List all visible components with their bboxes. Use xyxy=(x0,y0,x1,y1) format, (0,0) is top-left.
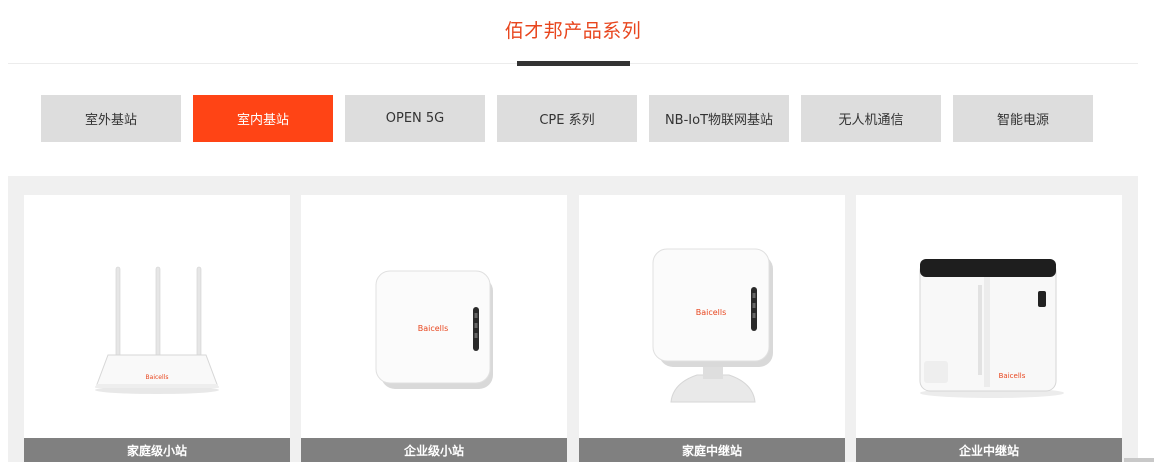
section-title: 佰才邦产品系列 xyxy=(504,20,642,42)
tab-power[interactable]: 智能电源 xyxy=(953,95,1093,142)
tab-cpe[interactable]: CPE 系列 xyxy=(497,95,637,142)
stand-relay-icon: Baicells xyxy=(652,248,773,403)
brand-label: Baicells xyxy=(146,374,169,381)
square-small-cell-icon: Baicells xyxy=(375,270,493,389)
title-underline xyxy=(517,61,630,66)
router-icon: Baicells xyxy=(95,266,219,394)
tab-indoor[interactable]: 室内基站 xyxy=(193,95,333,142)
product-card[interactable]: Baicells 企业级小站 xyxy=(301,195,567,462)
product-caption: 家庭级小站 xyxy=(24,438,290,462)
product-caption: 企业级小站 xyxy=(301,438,567,462)
brand-label: Baicells xyxy=(418,324,449,333)
product-caption: 企业中继站 xyxy=(856,438,1122,462)
product-card[interactable]: Baicells 企业中继站 xyxy=(856,195,1122,462)
product-caption: 家庭中继站 xyxy=(579,438,845,462)
scroll-indicator[interactable] xyxy=(1124,458,1154,462)
tab-drone[interactable]: 无人机通信 xyxy=(801,95,941,142)
product-card[interactable]: Baicells 家庭级小站 xyxy=(24,195,290,462)
product-card[interactable]: Baicells 家庭中继站 xyxy=(579,195,845,462)
brand-label: Baicells xyxy=(999,372,1026,380)
product-panel: Baicells 家庭级小站 Baicells 企业级小站 Baicells 家… xyxy=(8,176,1138,462)
enterprise-relay-icon: Baicells xyxy=(919,259,1064,398)
tab-open5g[interactable]: OPEN 5G xyxy=(345,95,485,142)
product-tabs: 室外基站 室内基站 OPEN 5G CPE 系列 NB-IoT物联网基站 无人机… xyxy=(41,95,1093,142)
brand-label: Baicells xyxy=(696,308,727,317)
tab-nbiot[interactable]: NB-IoT物联网基站 xyxy=(649,95,789,142)
tab-outdoor[interactable]: 室外基站 xyxy=(41,95,181,142)
